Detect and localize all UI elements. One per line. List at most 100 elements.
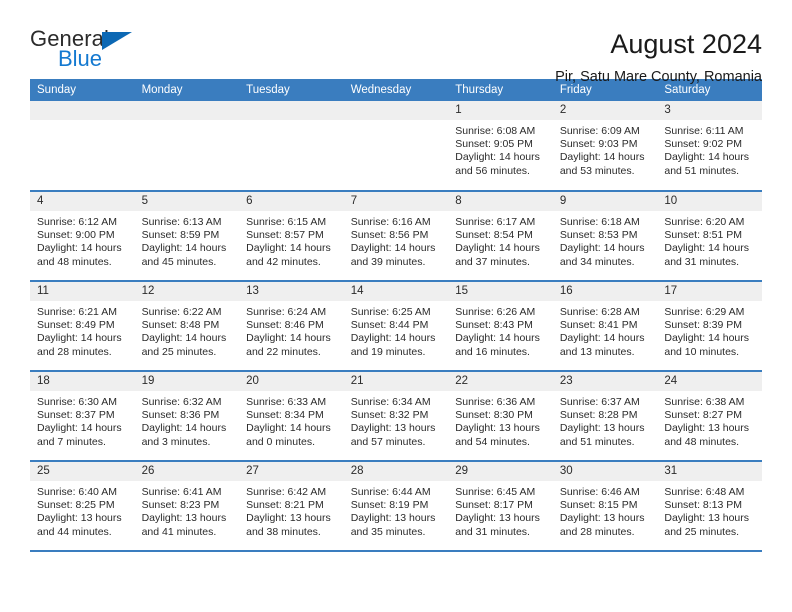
day-number: 4: [30, 192, 135, 211]
daylight-text-line2: and 42 minutes.: [246, 255, 321, 268]
sunset-text: Sunset: 8:49 PM: [37, 319, 115, 332]
calendar-day-cell[interactable]: 9 Sunrise: 6:18 AM Sunset: 8:53 PM Daylight…: [552, 191, 658, 282]
calendar-day-cell[interactable]: 26 Sunrise: 6:41 AM Sunset: 8:23 PM Dayligh…: [134, 461, 240, 552]
calendar-day-cell[interactable]: 14 Sunrise: 6:25 AM Sunset: 8:44 PM Dayligh…: [343, 281, 449, 372]
calendar-day-cell[interactable]: 17 Sunrise: 6:29 AM Sunset: 8:39 PM Dayligh…: [657, 281, 762, 372]
calendar-day-cell[interactable]: 21 Sunrise: 6:34 AM Sunset: 8:32 PM Dayligh…: [343, 371, 449, 462]
daylight-text-line1: Daylight: 14 hours: [37, 242, 122, 255]
day-cell-content: 18 Sunrise: 6:30 AM Sunset: 8:37 PM Dayligh…: [30, 372, 135, 460]
sunset-text: Sunset: 8:37 PM: [37, 409, 115, 422]
sunset-text: Sunset: 8:56 PM: [350, 229, 429, 242]
sunset-text: Sunset: 9:02 PM: [664, 138, 743, 151]
sunrise-text: Sunrise: 6:40 AM: [37, 486, 117, 498]
calendar-day-cell[interactable]: 30 Sunrise: 6:46 AM Sunset: 8:15 PM Dayligh…: [552, 461, 658, 552]
daylight-text-line1: Daylight: 13 hours: [559, 422, 645, 435]
day-sun-info: Sunrise: 6:30 AM Sunset: 8:37 PM Daylight:…: [30, 391, 135, 449]
day-cell-content: 7 Sunrise: 6:16 AM Sunset: 8:56 PM Daylight…: [343, 192, 449, 280]
day-number: 11: [30, 282, 135, 301]
daylight-text-line2: and 34 minutes.: [559, 255, 635, 268]
calendar-day-cell[interactable]: 7 Sunrise: 6:16 AM Sunset: 8:56 PM Daylight…: [343, 191, 449, 282]
day-number: 2: [552, 101, 658, 120]
daylight-text-line2: and 22 minutes.: [246, 345, 321, 358]
day-cell-content: 16 Sunrise: 6:28 AM Sunset: 8:41 PM Dayligh…: [552, 282, 658, 370]
daylight-text-line2: and 38 minutes.: [246, 525, 321, 538]
calendar-day-cell[interactable]: 15 Sunrise: 6:26 AM Sunset: 8:43 PM Dayligh…: [448, 281, 553, 372]
sunset-text: Sunset: 8:25 PM: [37, 499, 115, 512]
calendar-day-cell[interactable]: 29 Sunrise: 6:45 AM Sunset: 8:17 PM Dayligh…: [448, 461, 553, 552]
calendar-day-cell[interactable]: 27 Sunrise: 6:42 AM Sunset: 8:21 PM Dayligh…: [239, 461, 344, 552]
calendar-day-cell[interactable]: 22 Sunrise: 6:36 AM Sunset: 8:30 PM Dayligh…: [448, 371, 553, 462]
day-cell-content: 29 Sunrise: 6:45 AM Sunset: 8:17 PM Dayligh…: [448, 462, 553, 550]
day-number: 18: [30, 372, 135, 391]
calendar-day-cell[interactable]: 6 Sunrise: 6:15 AM Sunset: 8:57 PM Daylight…: [239, 191, 344, 282]
calendar-day-cell[interactable]: 10 Sunrise: 6:20 AM Sunset: 8:51 PM Dayligh…: [657, 191, 762, 282]
day-sun-info: Sunrise: 6:08 AM Sunset: 9:05 PM Daylight:…: [448, 120, 553, 178]
calendar-day-cell[interactable]: 5 Sunrise: 6:13 AM Sunset: 8:59 PM Daylight…: [134, 191, 240, 282]
day-cell-content: 22 Sunrise: 6:36 AM Sunset: 8:30 PM Dayligh…: [448, 372, 553, 460]
calendar-day-cell[interactable]: 13 Sunrise: 6:24 AM Sunset: 8:46 PM Dayligh…: [239, 281, 344, 372]
calendar-day-cell-empty: [30, 101, 135, 192]
calendar-day-cell-empty: [343, 101, 449, 192]
page-subtitle: Pir, Satu Mare County, Romania: [555, 68, 762, 85]
day-cell-content: 9 Sunrise: 6:18 AM Sunset: 8:53 PM Daylight…: [552, 192, 658, 280]
calendar-day-cell[interactable]: 16 Sunrise: 6:28 AM Sunset: 8:41 PM Dayligh…: [552, 281, 658, 372]
calendar-day-cell[interactable]: 3 Sunrise: 6:11 AM Sunset: 9:02 PM Daylight…: [657, 101, 762, 192]
daylight-text-line1: Daylight: 13 hours: [37, 512, 122, 525]
day-sun-info: Sunrise: 6:36 AM Sunset: 8:30 PM Daylight:…: [448, 391, 553, 449]
day-number: 13: [239, 282, 344, 301]
sunset-text: Sunset: 8:13 PM: [664, 499, 743, 512]
day-number: 9: [552, 192, 658, 211]
daylight-text-line2: and 57 minutes.: [350, 435, 426, 448]
daylight-text-line1: Daylight: 14 hours: [37, 422, 122, 435]
daylight-text-line1: Daylight: 14 hours: [141, 332, 227, 345]
calendar-day-cell[interactable]: 2 Sunrise: 6:09 AM Sunset: 9:03 PM Daylight…: [552, 101, 658, 192]
daylight-text-line2: and 35 minutes.: [350, 525, 426, 538]
day-cell-content: 14 Sunrise: 6:25 AM Sunset: 8:44 PM Dayligh…: [343, 282, 449, 370]
calendar-day-cell[interactable]: 20 Sunrise: 6:33 AM Sunset: 8:34 PM Dayligh…: [239, 371, 344, 462]
day-cell-content: 15 Sunrise: 6:26 AM Sunset: 8:43 PM Dayligh…: [448, 282, 553, 370]
sunset-text: Sunset: 8:17 PM: [455, 499, 533, 512]
sunset-text: Sunset: 8:48 PM: [141, 319, 220, 332]
day-number: 29: [448, 462, 553, 481]
day-sun-info: Sunrise: 6:15 AM Sunset: 8:57 PM Daylight:…: [239, 211, 344, 269]
calendar-day-cell[interactable]: 11 Sunrise: 6:21 AM Sunset: 8:49 PM Dayligh…: [30, 281, 135, 372]
day-sun-info: Sunrise: 6:45 AM Sunset: 8:17 PM Daylight:…: [448, 481, 553, 539]
day-cell-content: 24 Sunrise: 6:38 AM Sunset: 8:27 PM Dayligh…: [657, 372, 762, 460]
calendar-day-cell[interactable]: 1 Sunrise: 6:08 AM Sunset: 9:05 PM Daylight…: [448, 101, 553, 192]
calendar-day-cell[interactable]: 28 Sunrise: 6:44 AM Sunset: 8:19 PM Dayligh…: [343, 461, 449, 552]
day-number: 3: [657, 101, 762, 120]
sunrise-text: Sunrise: 6:09 AM: [559, 125, 640, 137]
day-number: 28: [343, 462, 449, 481]
daylight-text-line1: Daylight: 14 hours: [246, 242, 331, 255]
daylight-text-line2: and 54 minutes.: [455, 435, 530, 448]
day-cell-content: [239, 101, 344, 190]
daylight-text-line1: Daylight: 13 hours: [455, 512, 540, 525]
sunrise-text: Sunrise: 6:11 AM: [664, 125, 744, 137]
day-number: [239, 101, 344, 120]
calendar-day-cell[interactable]: 25 Sunrise: 6:40 AM Sunset: 8:25 PM Dayligh…: [30, 461, 135, 552]
sunrise-text: Sunrise: 6:22 AM: [141, 306, 222, 318]
sunrise-sunset-calendar: Sunday Monday Tuesday Wednesday Thursday…: [30, 79, 762, 552]
daylight-text-line1: Daylight: 14 hours: [559, 151, 645, 164]
calendar-day-cell[interactable]: 12 Sunrise: 6:22 AM Sunset: 8:48 PM Dayligh…: [134, 281, 240, 372]
day-number: 24: [657, 372, 762, 391]
calendar-day-cell[interactable]: 23 Sunrise: 6:37 AM Sunset: 8:28 PM Dayligh…: [552, 371, 658, 462]
sunrise-text: Sunrise: 6:37 AM: [559, 396, 640, 408]
day-number: 12: [134, 282, 240, 301]
day-sun-info: Sunrise: 6:32 AM Sunset: 8:36 PM Daylight:…: [135, 391, 240, 449]
daylight-text-line2: and 16 minutes.: [455, 345, 530, 358]
weekday-header-monday: Monday: [134, 79, 240, 101]
calendar-day-cell[interactable]: 8 Sunrise: 6:17 AM Sunset: 8:54 PM Daylight…: [448, 191, 553, 282]
sunset-text: Sunset: 8:39 PM: [664, 319, 743, 332]
daylight-text-line1: Daylight: 14 hours: [664, 332, 750, 345]
calendar-day-cell[interactable]: 4 Sunrise: 6:12 AM Sunset: 9:00 PM Daylight…: [30, 191, 135, 282]
general-blue-logo[interactable]: General Blue: [30, 28, 145, 74]
day-cell-content: 3 Sunrise: 6:11 AM Sunset: 9:02 PM Daylight…: [657, 101, 762, 190]
calendar-day-cell[interactable]: 18 Sunrise: 6:30 AM Sunset: 8:37 PM Dayligh…: [30, 371, 135, 462]
calendar-day-cell[interactable]: 24 Sunrise: 6:38 AM Sunset: 8:27 PM Dayligh…: [657, 371, 762, 462]
day-cell-content: 5 Sunrise: 6:13 AM Sunset: 8:59 PM Daylight…: [134, 192, 240, 280]
calendar-day-cell[interactable]: 31 Sunrise: 6:48 AM Sunset: 8:13 PM Dayligh…: [657, 461, 762, 552]
day-sun-info: Sunrise: 6:29 AM Sunset: 8:39 PM Daylight:…: [657, 301, 762, 359]
day-number: 7: [343, 192, 449, 211]
calendar-day-cell[interactable]: 19 Sunrise: 6:32 AM Sunset: 8:36 PM Dayligh…: [134, 371, 240, 462]
